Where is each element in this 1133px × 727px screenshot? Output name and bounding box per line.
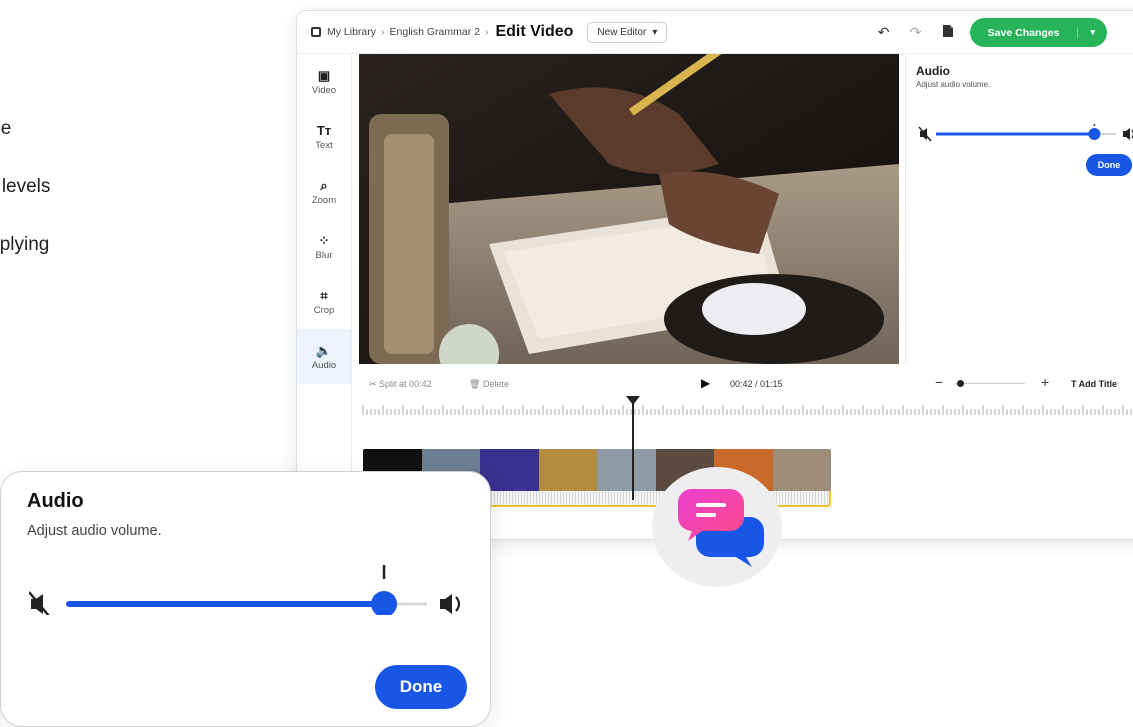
video-frame-image bbox=[359, 54, 899, 364]
save-label: Save Changes bbox=[987, 26, 1060, 39]
video-preview[interactable] bbox=[359, 54, 899, 364]
split-button[interactable]: ✂ Split at 00:42 bbox=[369, 379, 432, 390]
zoom-slider-knob[interactable] bbox=[957, 380, 964, 387]
mute-icon bbox=[29, 591, 50, 615]
document-icon[interactable] bbox=[932, 24, 964, 41]
volume-up-icon bbox=[440, 594, 461, 614]
editor-select-value: New Editor bbox=[597, 26, 647, 38]
clip-thumbnail bbox=[538, 449, 597, 491]
editor-version-select[interactable]: New Editor ▾ bbox=[587, 21, 668, 43]
sidebar-item-label: Crop bbox=[313, 304, 335, 316]
panel-subtitle: Adjust audio volume. bbox=[916, 80, 991, 89]
audio-icon: 🔈 bbox=[315, 342, 333, 358]
sidebar-item-label: Text bbox=[315, 139, 333, 151]
sidebar-item-label: Video bbox=[311, 84, 337, 96]
zoom-in-button[interactable]: + bbox=[1041, 374, 1049, 390]
toolbar-actions: ↶ ↷ Save Changes ▾ bbox=[868, 18, 1107, 47]
audio-callout-card: Audio Adjust audio volume. Done bbox=[0, 471, 491, 727]
video-icon: ▣ bbox=[317, 67, 331, 83]
chevron-down-icon[interactable]: ▾ bbox=[1077, 27, 1107, 38]
text-icon: Tт bbox=[316, 122, 332, 138]
zoom-out-button[interactable]: − bbox=[935, 374, 943, 390]
bullet-item: o adjust levels bbox=[0, 176, 51, 197]
volume-slider-large[interactable] bbox=[29, 565, 469, 615]
volume-knob[interactable] bbox=[1088, 128, 1101, 140]
card-done-button[interactable]: Done bbox=[375, 665, 467, 709]
panel-done-button[interactable]: Done bbox=[1086, 154, 1132, 176]
undo-icon[interactable]: ↶ bbox=[868, 24, 900, 41]
sidebar-item-zoom[interactable]: ⌕ Zoom bbox=[297, 164, 351, 219]
library-icon bbox=[311, 27, 321, 37]
sidebar-item-audio[interactable]: 🔈 Audio bbox=[297, 329, 351, 384]
sidebar-item-label: Blur bbox=[315, 249, 333, 261]
save-changes-button[interactable]: Save Changes ▾ bbox=[969, 18, 1107, 47]
timeline-ruler[interactable] bbox=[359, 403, 1133, 417]
volume-up-icon bbox=[1123, 128, 1133, 140]
split-label: Split at 00:42 bbox=[379, 379, 432, 389]
breadcrumb-course[interactable]: English Grammar 2 bbox=[390, 26, 480, 38]
sidebar-item-text[interactable]: Tт Text bbox=[297, 109, 351, 164]
sidebar-item-label: Audio bbox=[311, 359, 337, 371]
volume-knob[interactable] bbox=[371, 591, 398, 615]
audio-settings-panel: Audio Adjust audio volume. Done bbox=[905, 54, 1133, 364]
timeline-playhead[interactable] bbox=[625, 396, 640, 500]
timeline-controls: ✂ Split at 00:42 🗑 Delete ▶ 00:42 / 01:1… bbox=[359, 371, 1133, 397]
card-title: Audio bbox=[27, 490, 84, 512]
breadcrumb: My Library › English Grammar 2 › Edit Vi… bbox=[311, 23, 573, 41]
marketing-stage: n timeline o adjust levels efore applyin… bbox=[0, 0, 1133, 727]
blur-icon: ⁘ bbox=[318, 232, 330, 248]
clip-thumbnail bbox=[597, 449, 656, 491]
time-display: 00:42 / 01:15 bbox=[730, 379, 783, 389]
mute-icon bbox=[918, 126, 932, 142]
chat-icon bbox=[677, 489, 764, 567]
top-bar: My Library › English Grammar 2 › Edit Vi… bbox=[297, 11, 1133, 54]
volume-slider[interactable] bbox=[918, 124, 1133, 144]
sidebar-item-blur[interactable]: ⁘ Blur bbox=[297, 219, 351, 274]
editor-window: My Library › English Grammar 2 › Edit Vi… bbox=[296, 10, 1133, 540]
add-title-button[interactable]: T Add Title bbox=[1071, 379, 1117, 389]
add-title-label: Add Title bbox=[1078, 379, 1118, 389]
chat-badge bbox=[652, 467, 782, 587]
play-icon[interactable]: ▶ bbox=[701, 376, 710, 390]
zoom-slider-track[interactable] bbox=[955, 383, 1025, 384]
page-title: Edit Video bbox=[495, 23, 574, 40]
breadcrumb-separator: › bbox=[484, 26, 489, 38]
chevron-down-icon: ▾ bbox=[652, 26, 658, 38]
zoom-icon: ⌕ bbox=[320, 177, 328, 193]
breadcrumb-library[interactable]: My Library bbox=[327, 26, 376, 38]
redo-icon[interactable]: ↷ bbox=[900, 24, 932, 41]
delete-label: Delete bbox=[482, 379, 509, 389]
delete-button[interactable]: 🗑 Delete bbox=[469, 379, 509, 390]
card-subtitle: Adjust audio volume. bbox=[27, 523, 162, 539]
bullet-item: efore applying bbox=[0, 234, 50, 255]
crop-icon: ⌗ bbox=[320, 287, 328, 303]
tool-sidebar: ▣ Video Tт Text ⌕ Zoom ⁘ Blur ⌗ Crop 🔈 A… bbox=[297, 54, 352, 539]
sidebar-item-crop[interactable]: ⌗ Crop bbox=[297, 274, 351, 329]
bullet-item: n timeline bbox=[0, 118, 12, 139]
feature-bullets: n timeline o adjust levels efore applyin… bbox=[0, 118, 50, 292]
sidebar-item-label: Zoom bbox=[311, 194, 337, 206]
sidebar-item-video[interactable]: ▣ Video bbox=[297, 54, 351, 109]
panel-title: Audio bbox=[916, 64, 950, 78]
breadcrumb-separator: › bbox=[381, 26, 385, 38]
